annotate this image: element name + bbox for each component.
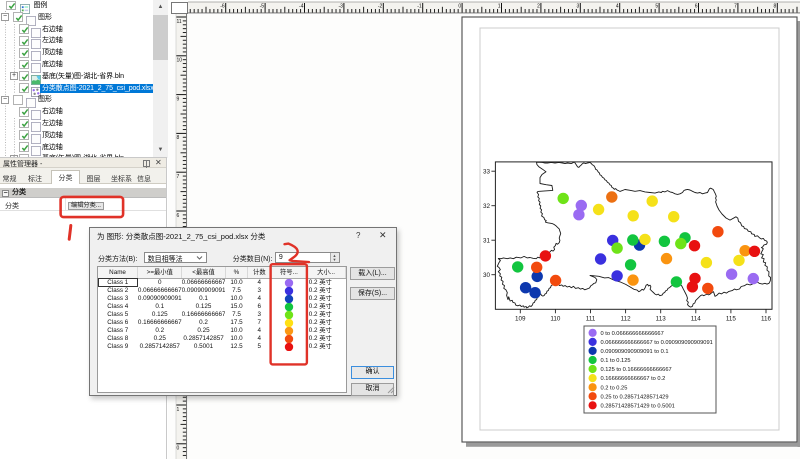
svg-text:0.1 to 0.125: 0.1 to 0.125 (601, 358, 631, 364)
svg-text:-2: -2 (378, 4, 383, 10)
svg-text:113: 113 (656, 316, 667, 323)
svg-text:0.090909090909091 to 0.1: 0.090909090909091 to 0.1 (601, 349, 669, 355)
svg-text:110: 110 (550, 316, 561, 323)
svg-text:-3: -3 (338, 4, 343, 10)
svg-text:33: 33 (483, 169, 491, 176)
svg-text:1: 1 (177, 407, 180, 413)
svg-text:0.16666666666667 to 0.2: 0.16666666666667 to 0.2 (601, 376, 666, 382)
svg-text:0.2 to 0.25: 0.2 to 0.25 (601, 385, 628, 391)
svg-text:114: 114 (691, 316, 702, 323)
svg-text:6: 6 (695, 4, 698, 10)
svg-text:-6: -6 (220, 4, 225, 10)
svg-text:8: 8 (774, 4, 777, 10)
svg-text:111: 111 (586, 316, 596, 323)
svg-text:3: 3 (577, 4, 580, 10)
svg-text:0.28571428571429 to 0.5001: 0.28571428571429 to 0.5001 (601, 403, 675, 409)
svg-text:0 to 0.066666666666667: 0 to 0.066666666666667 (601, 331, 664, 337)
svg-text:109: 109 (515, 316, 526, 323)
svg-text:0.066666666666667 to 0.0909090: 0.066666666666667 to 0.090909090909091 (601, 340, 713, 346)
svg-text:116: 116 (761, 316, 772, 323)
svg-text:32: 32 (483, 203, 491, 210)
svg-text:0.25 to 0.28571428571429: 0.25 to 0.28571428571429 (601, 394, 669, 400)
svg-text:2: 2 (537, 4, 540, 10)
svg-text:0: 0 (458, 4, 461, 10)
svg-text:-4: -4 (299, 4, 304, 10)
svg-text:112: 112 (621, 316, 632, 323)
svg-text:0: 0 (177, 446, 180, 452)
svg-text:30: 30 (483, 272, 491, 279)
svg-text:31: 31 (483, 238, 491, 245)
svg-text:7: 7 (734, 4, 737, 10)
svg-text:-1: -1 (417, 4, 422, 10)
svg-text:11: 11 (177, 19, 182, 25)
svg-text:4: 4 (616, 4, 619, 10)
svg-text:-5: -5 (260, 4, 265, 10)
svg-text:10: 10 (177, 58, 183, 64)
svg-text:1: 1 (498, 4, 501, 10)
svg-text:115: 115 (726, 316, 737, 323)
svg-text:9: 9 (177, 96, 180, 102)
svg-text:5: 5 (655, 4, 658, 10)
svg-text:8: 8 (177, 135, 180, 141)
svg-text:6: 6 (177, 213, 180, 219)
svg-text:0.125 to 0.16666666666667: 0.125 to 0.16666666666667 (601, 367, 672, 373)
svg-text:7: 7 (177, 174, 180, 180)
